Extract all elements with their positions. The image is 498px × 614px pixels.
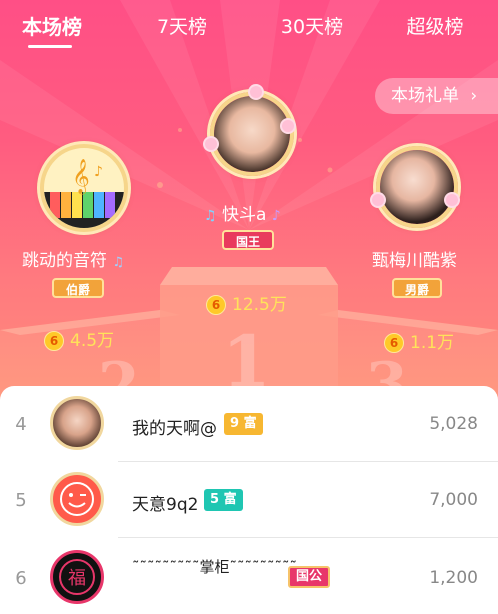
first-place-avatar[interactable] xyxy=(210,92,294,176)
flower-decoration xyxy=(205,138,217,150)
rank-number: 4 xyxy=(15,414,27,435)
third-place-score: 6 1.1万 xyxy=(384,328,454,353)
wealth-level-badge: 5 富 xyxy=(204,489,243,511)
gift-list-label: 本场礼单 xyxy=(391,86,459,106)
second-place-avatar[interactable]: 𝄞 ♪ xyxy=(40,144,128,232)
first-place-title-badge: 国王 xyxy=(222,230,274,250)
user-name[interactable]: ˜˜˜˜˜˜˜˜˜掌柜˜˜˜˜˜˜˜˜˜ xyxy=(132,556,297,577)
tab-7-days[interactable]: 7天榜 xyxy=(150,14,214,44)
second-place-name[interactable]: 跳动的音符 ♫ xyxy=(22,246,124,271)
user-name[interactable]: 我的天啊@ xyxy=(132,414,217,439)
tab-super[interactable]: 超级榜 xyxy=(400,14,470,44)
user-name[interactable]: 天意9q2 xyxy=(132,490,198,515)
rank-number: 6 xyxy=(15,568,27,589)
third-place-title-badge: 男爵 xyxy=(392,278,442,298)
list-item[interactable]: 6 福 ˜˜˜˜˜˜˜˜˜掌柜˜˜˜˜˜˜˜˜˜ 国公 1,200 xyxy=(0,538,498,614)
third-place-name[interactable]: 甄梅川酷紫 xyxy=(372,246,457,271)
flower-decoration xyxy=(372,194,384,206)
avatar-photo xyxy=(380,150,454,224)
gift-score: 5,028 xyxy=(429,414,478,434)
coin-icon: 6 xyxy=(206,295,226,315)
tab-this-show[interactable]: 本场榜 xyxy=(20,14,84,44)
gift-list-button[interactable]: 本场礼单 › xyxy=(375,78,498,114)
fortune-avatar-icon: 福 xyxy=(59,559,95,595)
active-tab-indicator xyxy=(28,45,72,48)
first-place-name[interactable]: ♫ 快斗a ♪ xyxy=(204,200,281,225)
avatar[interactable]: 福 xyxy=(50,550,104,604)
ranking-hero: 本场榜 7天榜 30天榜 超级榜 本场礼单 › 1 2 3 ♫ 快斗a ♪ 国王 xyxy=(0,0,498,400)
music-note-icon: ♫ xyxy=(112,255,125,270)
piano-avatar-image: 𝄞 ♪ xyxy=(44,159,124,228)
second-place-title-badge: 伯爵 xyxy=(52,278,104,298)
third-place-avatar[interactable] xyxy=(376,146,458,228)
chevron-right-icon: › xyxy=(470,86,478,106)
avatar[interactable] xyxy=(50,396,104,450)
svg-text:𝄞: 𝄞 xyxy=(72,159,90,195)
list-item[interactable]: 5 天意9q2 5 富 7,000 xyxy=(0,462,498,538)
list-item[interactable]: 4 我的天啊@ 9 富 5,028 xyxy=(0,386,498,462)
second-place-score: 6 4.5万 xyxy=(44,326,114,351)
first-place-score: 6 12.5万 xyxy=(206,290,287,315)
tab-bar: 本场榜 7天榜 30天榜 超级榜 xyxy=(0,0,498,52)
gift-score: 7,000 xyxy=(429,490,478,510)
avatar-photo xyxy=(214,96,290,172)
flower-decoration xyxy=(250,86,262,98)
ranking-list: 4 我的天啊@ 9 富 5,028 5 天意9q2 5 富 7,000 6 福 xyxy=(0,386,498,614)
wealth-level-badge: 9 富 xyxy=(224,413,263,435)
tab-30-days[interactable]: 30天榜 xyxy=(272,14,352,44)
svg-text:♪: ♪ xyxy=(94,164,103,180)
avatar[interactable] xyxy=(50,472,104,526)
svg-text:福: 福 xyxy=(68,568,86,589)
coin-icon: 6 xyxy=(384,333,404,353)
flower-decoration xyxy=(282,120,294,132)
rank-number: 5 xyxy=(15,490,27,511)
smiley-avatar-icon xyxy=(60,482,94,516)
music-note-icon: ♪ xyxy=(271,208,281,224)
gift-score: 1,200 xyxy=(429,568,478,588)
flower-decoration xyxy=(446,194,458,206)
title-badge: 国公 xyxy=(288,566,331,588)
coin-icon: 6 xyxy=(44,331,64,351)
music-note-icon: ♫ xyxy=(204,208,217,224)
